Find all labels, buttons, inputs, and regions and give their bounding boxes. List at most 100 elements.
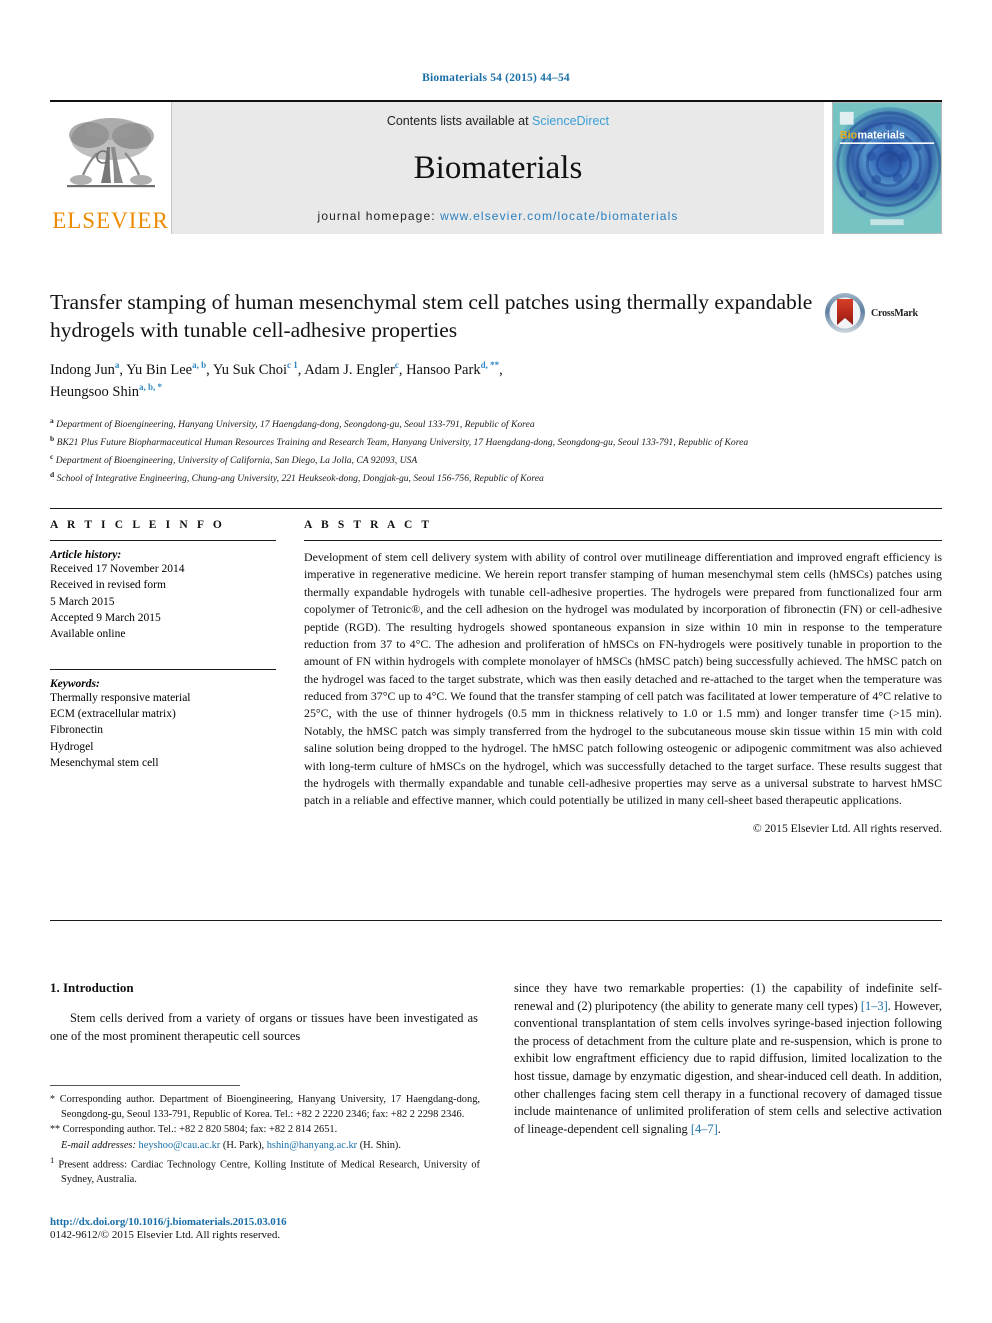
contents-prefix: Contents lists available at <box>386 114 529 128</box>
intro-text-c: . <box>717 1121 721 1136</box>
sciencedirect-link[interactable]: ScienceDirect <box>532 114 609 128</box>
author-name: Yu Bin Lee <box>126 361 193 378</box>
author-affil-mark: c 1 <box>287 359 298 370</box>
elsevier-wordmark: ELSEVIER <box>52 208 169 233</box>
footnote-divider <box>50 1085 240 1086</box>
keyword-item: Hydrogel <box>50 740 94 753</box>
affiliation-item: b BK21 Plus Future Biopharmaceutical Hum… <box>50 433 930 451</box>
footnote-mark: 1 <box>50 1155 55 1166</box>
keywords-rule <box>50 668 276 670</box>
history-item: Received in revised form <box>50 579 166 592</box>
abstract-rule <box>304 540 942 541</box>
article-info-heading: A R T I C L E I N F O <box>50 519 225 531</box>
article-info-rule <box>50 540 276 541</box>
crossmark-label: CrossMark <box>871 307 918 319</box>
abstract-text: Development of stem cell delivery system… <box>304 550 942 808</box>
crossmark-icon <box>825 293 865 333</box>
author-affil-mark: d, ** <box>480 359 500 370</box>
contents-list-line: Contents lists available at ScienceDirec… <box>387 114 609 128</box>
elsevier-tree-icon <box>66 118 155 188</box>
affiliation-text: Department of Bioengineering, Hanyang Un… <box>56 419 535 431</box>
footnote-corresponding-2: ** Corresponding author. Tel.: +82 2 820… <box>50 1123 480 1138</box>
journal-homepage-line: journal homepage: www.elsevier.com/locat… <box>318 209 679 223</box>
footnote-text: Corresponding author. Department of Bioe… <box>59 1094 480 1120</box>
info-abstract-row: A R T I C L E I N F O Article history: R… <box>50 519 942 846</box>
author-affil-mark: a <box>114 359 120 370</box>
author-affil-mark: a, b, * <box>139 382 163 393</box>
page-title: Transfer stamping of human mesenchymal s… <box>50 290 813 343</box>
affiliation-mark: c <box>50 452 54 461</box>
footnote-text: Present address: Cardiac Technology Cent… <box>58 1159 480 1186</box>
affiliation-item: d School of Integrative Engineering, Chu… <box>50 469 930 487</box>
journal-band: Contents lists available at ScienceDirec… <box>172 102 824 234</box>
affiliation-list: a Department of Bioengineering, Hanyang … <box>50 415 930 487</box>
section-title-text: Introduction <box>63 980 134 995</box>
author-name: Yu Suk Choi <box>212 361 287 378</box>
email-owner-park: (H. Park), <box>222 1139 265 1151</box>
email-link-shin[interactable]: hshin@hanyang.ac.kr <box>267 1140 357 1151</box>
affiliation-mark: d <box>50 470 55 480</box>
abstract-copyright: © 2015 Elsevier Ltd. All rights reserved… <box>752 821 942 835</box>
issn-copyright: 0142-9612/© 2015 Elsevier Ltd. All right… <box>50 1229 281 1241</box>
section-divider-bottom <box>50 920 942 921</box>
cover-artwork: Bio materials <box>833 103 941 233</box>
footnote-block: * Corresponding author. Department of Bi… <box>50 1093 480 1189</box>
abstract-heading: A B S T R A C T <box>304 519 433 531</box>
footnote-emails: E-mail addresses: heyshoo@cau.ac.kr (H. … <box>50 1139 480 1154</box>
history-item: Received 17 November 2014 <box>50 563 185 575</box>
email-link-park[interactable]: heyshoo@cau.ac.kr <box>139 1140 221 1151</box>
affiliation-text: BK21 Plus Future Biopharmaceutical Human… <box>56 437 749 449</box>
journal-masthead: ELSEVIER Contents lists available at Sci… <box>50 100 942 234</box>
intro-paragraph-right: since they have two remarkable propertie… <box>514 980 942 1138</box>
keyword-item: Thermally responsive material <box>50 691 191 704</box>
crossmark-badge[interactable]: CrossMark <box>824 288 942 338</box>
footnote-corresponding-1: * Corresponding author. Department of Bi… <box>50 1093 480 1122</box>
author-affil-mark: c <box>394 359 399 370</box>
section-divider-top <box>50 508 942 509</box>
affiliation-text: Department of Bioengineering, University… <box>55 455 418 467</box>
history-item: Accepted 9 March 2015 <box>50 611 161 624</box>
author-name: Heungsoo Shin <box>50 384 140 401</box>
homepage-url-link[interactable]: www.elsevier.com/locate/biomaterials <box>440 209 678 223</box>
email-label: E-mail addresses: <box>61 1139 136 1151</box>
footnote-mark: * <box>50 1094 55 1105</box>
journal-cover-thumbnail: Bio materials <box>832 102 942 234</box>
intro-paragraph-left: Stem cells derived from a variety of org… <box>50 1011 478 1043</box>
affiliation-item: c Department of Bioengineering, Universi… <box>50 451 930 469</box>
author-list: Indong Juna, Yu Bin Leea, b, Yu Suk Choi… <box>50 359 503 401</box>
introduction-heading: 1. Introduction <box>50 980 478 996</box>
keyword-item: ECM (extracellular matrix) <box>50 707 176 720</box>
author-name: Indong Jun <box>50 361 115 378</box>
author-name: Adam J. Engler <box>304 361 395 378</box>
affiliation-item: a Department of Bioengineering, Hanyang … <box>50 415 930 433</box>
abstract-column: A B S T R A C T Development of stem cell… <box>304 519 942 846</box>
footer-block: http://dx.doi.org/10.1016/j.biomaterials… <box>50 1216 480 1241</box>
affiliation-text: School of Integrative Engineering, Chung… <box>56 473 544 485</box>
svg-text:materials: materials <box>858 129 905 141</box>
section-number: 1. <box>50 980 60 995</box>
body-right-column: since they have two remarkable propertie… <box>514 980 942 1138</box>
history-item: 5 March 2015 <box>50 595 115 608</box>
footnote-mark: ** <box>50 1124 60 1136</box>
keyword-item: Mesenchymal stem cell <box>50 756 159 769</box>
citation-link[interactable]: [4–7] <box>691 1122 718 1136</box>
history-item: Available online <box>50 628 126 641</box>
email-owner-shin: (H. Shin). <box>359 1139 401 1151</box>
homepage-prefix: journal homepage: <box>317 209 436 223</box>
affiliation-mark: b <box>50 433 55 443</box>
journal-title: Biomaterials <box>413 150 583 186</box>
article-info-column: A R T I C L E I N F O Article history: R… <box>50 519 276 846</box>
author-name: Hansoo Park <box>406 361 481 378</box>
affiliation-mark: a <box>50 415 54 425</box>
running-head: Biomaterials 54 (2015) 44–54 <box>422 72 570 84</box>
title-block: Transfer stamping of human mesenchymal s… <box>50 288 942 487</box>
elsevier-logo-block: ELSEVIER <box>50 102 172 234</box>
svg-text:Bio: Bio <box>840 129 858 141</box>
intro-text-b: . However, conventional transplantation … <box>514 998 942 1136</box>
citation-link[interactable]: [1–3] <box>861 999 888 1013</box>
keyword-item: Fibronectin <box>50 724 104 737</box>
doi-link[interactable]: http://dx.doi.org/10.1016/j.biomaterials… <box>50 1216 480 1228</box>
author-affil-mark: a, b <box>192 359 207 370</box>
footnote-text: Corresponding author. Tel.: +82 2 820 58… <box>62 1124 338 1136</box>
